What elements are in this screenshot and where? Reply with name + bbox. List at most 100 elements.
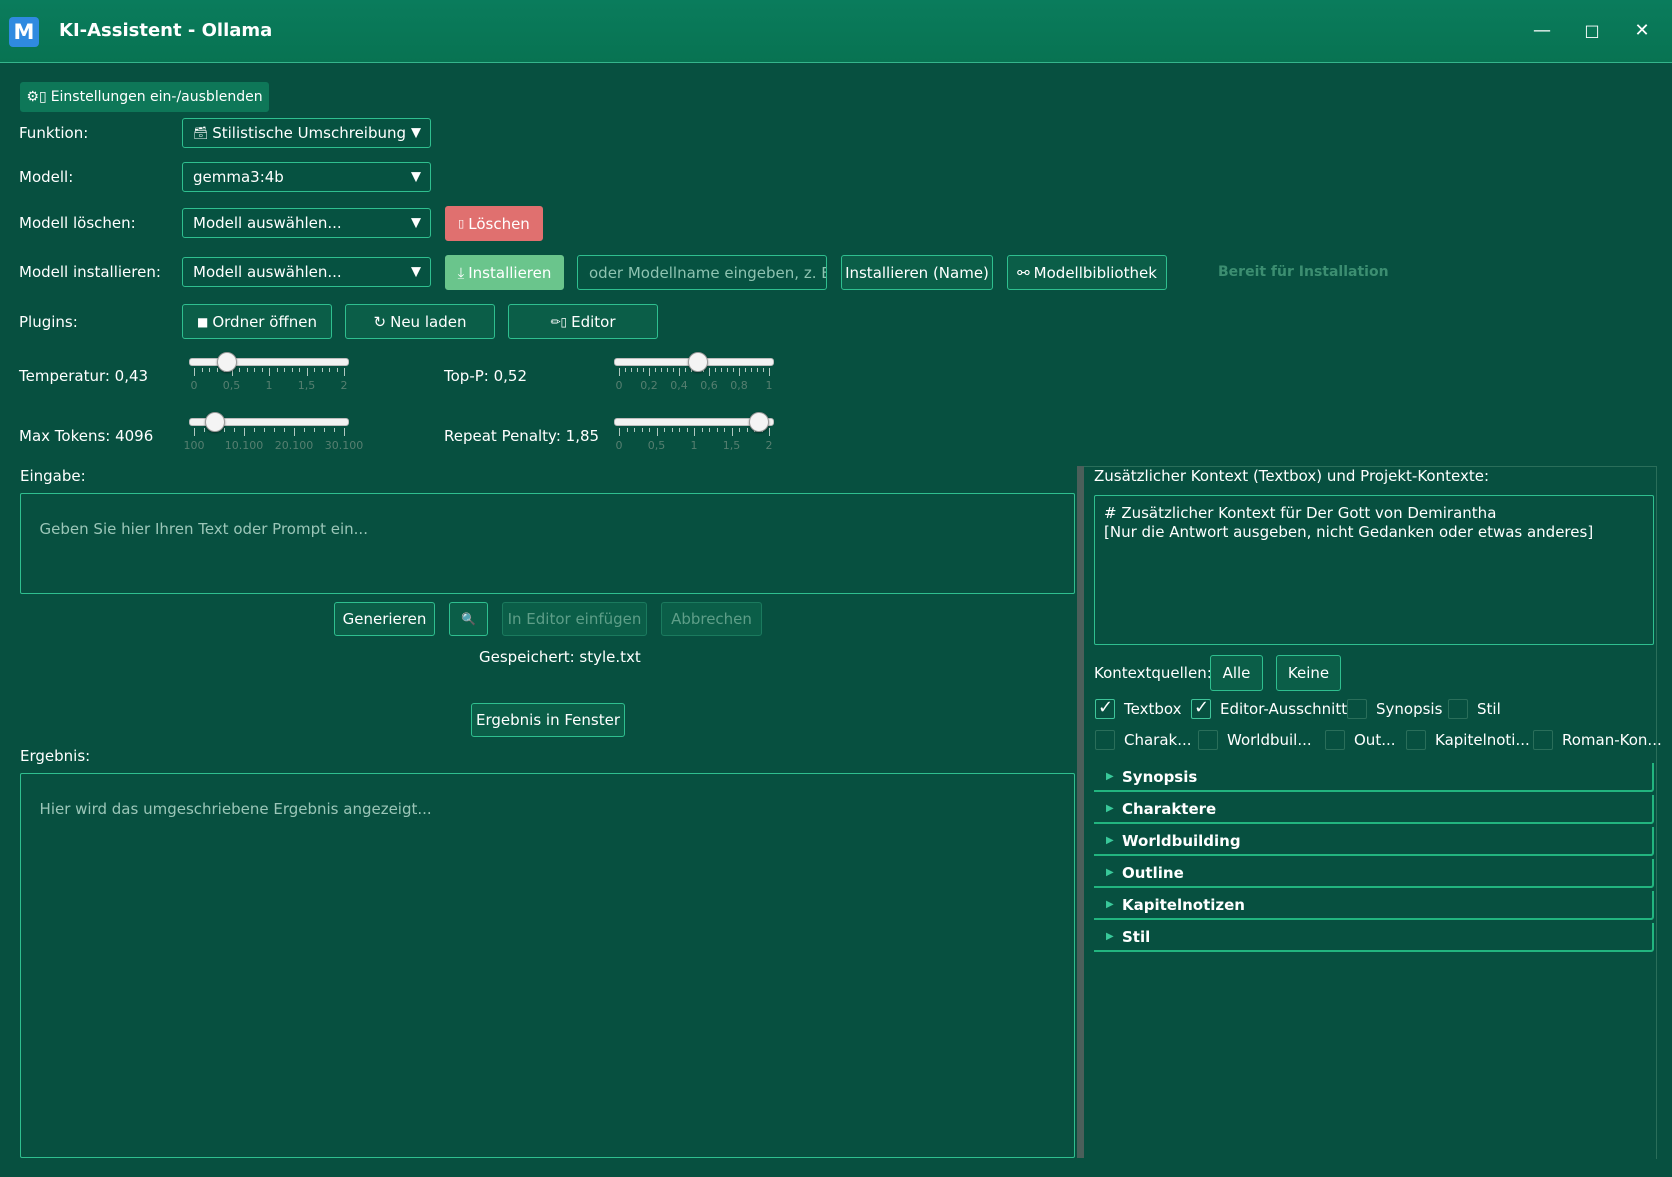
generate-button[interactable]: Generieren	[334, 602, 435, 636]
section-title: Synopsis	[1122, 767, 1198, 786]
chapter-notes-checkbox[interactable]	[1406, 730, 1426, 750]
modell-select[interactable]: gemma3:4b ▼	[182, 162, 431, 192]
slider-tick	[276, 368, 278, 372]
modell-installieren-value: Modell auswählen...	[193, 263, 342, 281]
slider-tick	[745, 368, 746, 372]
max-tokens-slider[interactable]: 100 10.100 20.100 30.100	[184, 412, 363, 454]
result-window-button[interactable]: Ergebnis in Fenster	[471, 703, 625, 737]
plugin-editor-button[interactable]: ✏▯ Editor	[508, 304, 658, 339]
section-characters[interactable]: ▶ Charaktere	[1094, 795, 1654, 824]
install-model-button[interactable]: ⤓ Installieren	[445, 255, 564, 290]
slider-track[interactable]	[189, 358, 349, 366]
prompt-input[interactable]: Geben Sie hier Ihren Text oder Prompt ei…	[20, 493, 1075, 594]
slider-tick	[246, 368, 248, 372]
reload-plugins-label: Neu laden	[390, 312, 467, 331]
funktion-select[interactable]: 🗃 Stilistische Umschreibung ▼	[182, 118, 431, 148]
cancel-button[interactable]: Abbrechen	[661, 602, 762, 636]
result-window-label: Ergebnis in Fenster	[476, 711, 620, 729]
maximize-icon[interactable]: □	[1574, 16, 1610, 46]
novel-context-checkbox[interactable]	[1533, 730, 1553, 750]
slider-thumb[interactable]	[748, 412, 769, 432]
result-label: Ergebnis:	[20, 747, 91, 765]
characters-checkbox[interactable]	[1095, 730, 1115, 750]
slider-tick	[336, 368, 338, 372]
open-folder-button[interactable]: ■ Ordner öffnen	[182, 304, 332, 339]
textbox-checkbox[interactable]	[1095, 697, 1115, 719]
section-style[interactable]: ▶ Stil	[1094, 923, 1654, 952]
section-synopsis[interactable]: ▶ Synopsis	[1094, 763, 1654, 792]
slider-tick	[201, 368, 203, 372]
slider-tick-label: 0,6	[700, 379, 718, 392]
insert-editor-label: In Editor einfügen	[507, 610, 642, 628]
slider-tick	[619, 428, 620, 436]
slider-tick	[685, 368, 686, 372]
search-button[interactable]: 🔍	[449, 602, 488, 636]
repeat-penalty-slider[interactable]: 0 0,5 1 1,5 2	[614, 412, 774, 454]
select-none-button[interactable]: Keine	[1276, 655, 1341, 691]
slider-tick	[746, 428, 748, 432]
editor-excerpt-checkbox[interactable]	[1191, 697, 1211, 719]
slider-tick	[314, 368, 315, 372]
slider-thumb[interactable]	[204, 412, 225, 432]
slider-tick	[769, 368, 770, 376]
context-textbox[interactable]: # Zusätzlicher Kontext für Der Gott von …	[1094, 495, 1654, 645]
repeat-penalty-label: Repeat Penalty: 1,85	[444, 427, 600, 445]
slider-tick	[751, 368, 752, 372]
section-title: Worldbuilding	[1122, 831, 1241, 850]
worldbuilding-checkbox[interactable]	[1198, 730, 1218, 750]
slider-tick	[715, 368, 716, 372]
slider-tick	[239, 368, 240, 372]
dropdown-arrow-icon: ▼	[411, 264, 421, 280]
slider-tick	[641, 428, 643, 432]
prompt-placeholder: Geben Sie hier Ihren Text oder Prompt ei…	[39, 520, 368, 538]
slider-thumb[interactable]	[217, 352, 238, 372]
section-title: Outline	[1122, 863, 1184, 882]
model-library-button[interactable]: ⚯ Modellbibliothek	[1007, 255, 1167, 290]
briefcase-icon: 🗃	[193, 126, 209, 140]
reload-plugins-button[interactable]: ↻ Neu laden	[345, 304, 495, 339]
select-none-label: Keine	[1287, 664, 1330, 682]
top-p-slider[interactable]: 0 0,2 0,4 0,6 0,8 1	[614, 352, 774, 394]
slider-tick	[264, 428, 265, 432]
toggle-settings-button[interactable]: ⚙▯ Einstellungen ein-/ausblenden	[20, 82, 269, 112]
saved-status: Gespeichert: style.txt	[479, 648, 641, 666]
slider-tick	[655, 368, 656, 372]
slider-tick	[194, 428, 195, 436]
model-library-label: Modellbibliothek	[1033, 263, 1157, 282]
outline-checkbox[interactable]	[1325, 730, 1345, 750]
gear-icon: ⚙▯	[26, 89, 47, 105]
slider-tick	[679, 368, 680, 376]
modell-installieren-select[interactable]: Modell auswählen... ▼	[182, 257, 431, 287]
section-outline[interactable]: ▶ Outline	[1094, 859, 1654, 888]
slider-tick	[701, 428, 703, 432]
link-icon: ⚯	[1017, 263, 1030, 282]
slider-tick-label: 0,8	[730, 379, 748, 392]
minimize-icon[interactable]: —	[1524, 16, 1560, 46]
select-all-button[interactable]: Alle	[1210, 655, 1263, 691]
style-checkbox[interactable]	[1448, 699, 1468, 719]
slider-tick-label: 2	[765, 439, 773, 452]
close-icon[interactable]: ✕	[1624, 16, 1660, 46]
slider-thumb[interactable]	[688, 352, 708, 372]
insert-editor-button[interactable]: In Editor einfügen	[502, 602, 647, 636]
slider-tick	[334, 428, 335, 432]
model-name-input[interactable]: oder Modellname eingeben, z. B. ll	[577, 255, 827, 290]
slider-tick	[733, 368, 734, 372]
section-worldbuilding[interactable]: ▶ Worldbuilding	[1094, 827, 1654, 856]
panel-splitter[interactable]	[1077, 466, 1084, 1158]
slider-tick	[656, 428, 658, 436]
section-chapter-notes[interactable]: ▶ Kapitelnotizen	[1094, 891, 1654, 920]
result-output[interactable]: Hier wird das umgeschriebene Ergebnis an…	[20, 773, 1075, 1158]
temperature-slider[interactable]: 0 0,5 1 1,5 2	[189, 352, 349, 394]
install-by-name-button[interactable]: Installieren (Name)	[841, 255, 993, 290]
slider-tick-label: 0,4	[670, 379, 688, 392]
synopsis-checkbox[interactable]	[1347, 699, 1367, 719]
expand-triangle-icon: ▶	[1106, 771, 1114, 782]
section-title: Charaktere	[1122, 799, 1217, 818]
slider-tick	[306, 368, 308, 376]
modell-loeschen-select[interactable]: Modell auswählen... ▼	[182, 208, 431, 238]
delete-model-button[interactable]: ▯ Löschen	[445, 206, 543, 241]
select-all-label: Alle	[1222, 664, 1251, 682]
folder-icon: ■	[197, 314, 209, 329]
slider-tick	[304, 428, 305, 432]
